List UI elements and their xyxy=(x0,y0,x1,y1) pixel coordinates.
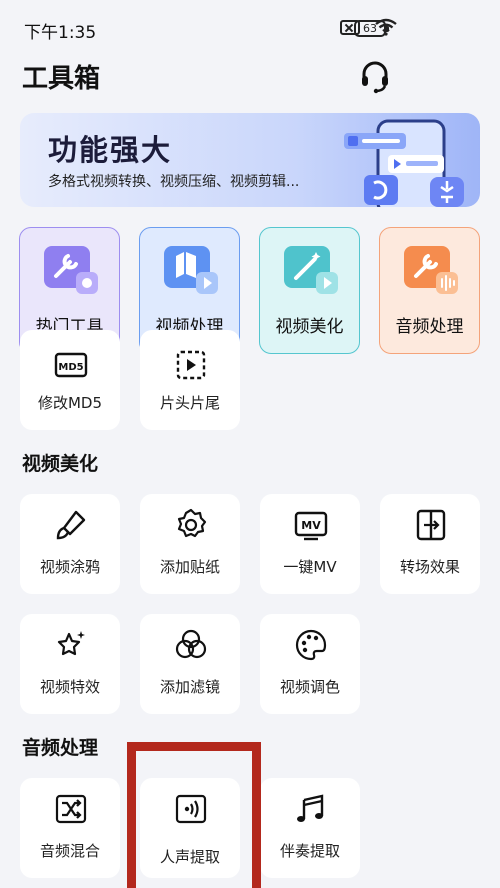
tool-label: 音频混合 xyxy=(39,842,100,860)
battery-indicator: 63 xyxy=(354,20,389,37)
palette-icon xyxy=(295,629,327,661)
shuffle-mix-icon xyxy=(55,794,87,824)
tool-add-sticker[interactable]: 添加贴纸 xyxy=(140,494,240,594)
filter-icon xyxy=(175,629,207,659)
tool-label: 一键MV xyxy=(283,558,337,576)
tool-label: 伴奏提取 xyxy=(279,842,340,860)
audio-tool-icon xyxy=(404,246,458,294)
category-label: 视频美化 xyxy=(275,317,344,337)
headset-icon[interactable] xyxy=(357,58,393,94)
status-bar: 下午1:35 63 xyxy=(0,0,500,60)
section-title-audio-process: 音频处理 xyxy=(22,737,99,759)
tool-accompaniment-extract[interactable]: 伴奏提取 xyxy=(260,778,360,878)
tool-app-icon xyxy=(44,246,98,294)
tool-voice-extract[interactable]: 人声提取 xyxy=(140,778,240,878)
tool-label: 视频特效 xyxy=(39,678,100,696)
tool-video-doodle[interactable]: 视频涂鸦 xyxy=(20,494,120,594)
intro-outro-icon xyxy=(176,350,206,380)
banner-title: 功能强大 xyxy=(48,133,173,167)
status-time: 下午1:35 xyxy=(24,23,97,43)
video-process-icon xyxy=(164,246,218,294)
mv-icon: MV xyxy=(294,511,328,541)
tool-video-effects[interactable]: 视频特效 xyxy=(20,614,120,714)
tool-label: 添加贴纸 xyxy=(159,558,220,576)
svg-text:MD5: MD5 xyxy=(58,362,83,373)
brush-icon xyxy=(56,510,86,540)
category-audio-process[interactable]: 音频处理 xyxy=(379,227,480,354)
sticker-icon xyxy=(177,508,207,538)
tool-intro-outro[interactable]: 片头片尾 xyxy=(140,330,240,430)
tool-audio-mix[interactable]: 音频混合 xyxy=(20,778,120,878)
tool-modify-md5[interactable]: MD5 修改MD5 xyxy=(20,330,120,430)
tool-one-click-mv[interactable]: MV 一键MV xyxy=(260,494,360,594)
phone-video-illustration-icon xyxy=(344,119,464,207)
tool-add-filter[interactable]: 添加滤镜 xyxy=(140,614,240,714)
tool-label: 片头片尾 xyxy=(159,394,220,412)
tool-transition-effect[interactable]: 转场效果 xyxy=(380,494,480,594)
tool-label: 视频调色 xyxy=(279,678,340,696)
tool-label: 添加滤镜 xyxy=(159,678,220,696)
category-video-beautify[interactable]: 视频美化 xyxy=(259,227,360,354)
tool-label: 人声提取 xyxy=(159,848,220,866)
sparkle-star-icon xyxy=(57,631,85,656)
page-title: 工具箱 xyxy=(22,64,101,94)
tool-video-color-grading[interactable]: 视频调色 xyxy=(260,614,360,714)
promo-banner[interactable]: 功能强大 多格式视频转换、视频压缩、视频剪辑... xyxy=(20,113,480,207)
music-note-icon xyxy=(297,794,324,822)
tool-label: 修改MD5 xyxy=(37,394,103,412)
voice-extract-icon xyxy=(175,794,207,824)
tool-label: 视频涂鸦 xyxy=(39,558,100,576)
category-label: 音频处理 xyxy=(395,317,464,337)
magic-wand-icon xyxy=(284,246,338,294)
md5-icon: MD5 xyxy=(54,352,88,378)
section-title-video-beautify: 视频美化 xyxy=(22,453,99,475)
transition-icon xyxy=(416,509,446,541)
svg-text:MV: MV xyxy=(301,519,321,532)
banner-subtitle: 多格式视频转换、视频压缩、视频剪辑... xyxy=(48,174,300,190)
tool-label: 转场效果 xyxy=(399,558,460,576)
